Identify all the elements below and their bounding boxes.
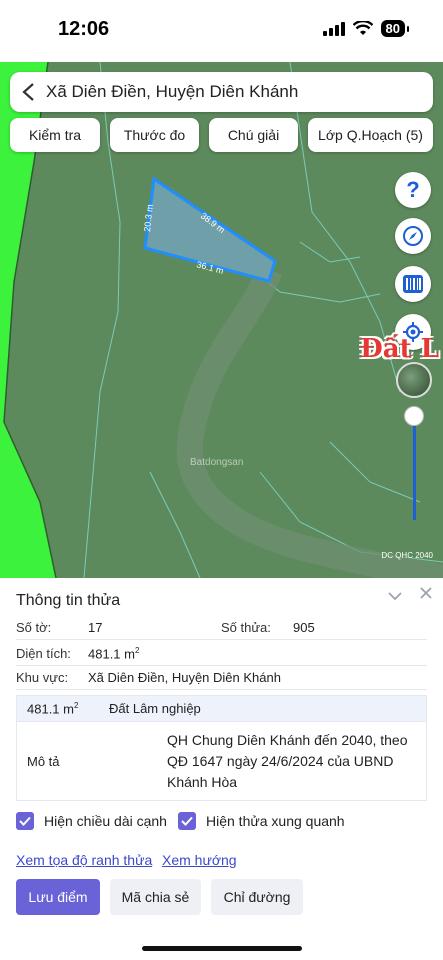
view-coordinates-link[interactable]: Xem tọa độ ranh thửa: [16, 852, 152, 868]
check-edge-length-label: Hiện chiều dài cạnh: [44, 813, 167, 829]
row-area: Diện tích: 481.1 m2: [16, 642, 427, 666]
row-sheet-parcel: Số tờ: 17 Số thửa: 905: [16, 616, 427, 640]
status-bar: 12:06 80: [0, 0, 443, 62]
status-time: 12:06: [58, 18, 110, 40]
parcel-info-panel: Thông tin thửa Số tờ: 17 Số thửa: 905 Di…: [0, 578, 443, 960]
search-bar[interactable]: Xã Diên Điền, Huyện Diên Khánh: [10, 72, 433, 112]
location-title: Xã Diên Điền, Huyện Diên Khánh: [46, 82, 299, 101]
save-point-button[interactable]: Lưu điểm: [16, 879, 100, 915]
map-corner-label: DC QHC 2040: [381, 551, 433, 560]
directions-button[interactable]: Chỉ đường: [211, 879, 303, 915]
region-value: Xã Diên Điền, Huyện Diên Khánh: [88, 670, 281, 685]
map-view[interactable]: 20.3 m 38.9 m 36.1 m Xã Diên Điền, Huyện…: [0, 62, 443, 578]
description-label: Mô tả: [27, 753, 60, 769]
sheet-value: 17: [88, 620, 103, 635]
compass-button[interactable]: [395, 218, 431, 254]
barcode-button[interactable]: [395, 266, 431, 302]
description-value: QH Chung Diên Khánh đến 2040, theo QĐ 16…: [167, 731, 408, 790]
help-icon: ?: [406, 177, 420, 202]
zoom-slider-handle[interactable]: [404, 406, 424, 426]
land-use-area: 481.1 m2: [27, 700, 79, 717]
parcel-label: Số thửa:: [221, 620, 271, 635]
chip-measure[interactable]: Thước đo: [110, 118, 199, 152]
battery-indicator: 80: [380, 20, 410, 37]
chip-legend[interactable]: Chú giải: [209, 118, 298, 152]
land-use-header: 481.1 m2 Đất Lâm nghiệp: [17, 696, 426, 722]
check-neighbors[interactable]: Hiện thửa xung quanh: [178, 812, 345, 830]
land-use-table: 481.1 m2 Đất Lâm nghiệp Mô tả QH Chung D…: [16, 695, 427, 801]
map-place-label: Đất L: [360, 334, 439, 364]
area-value: 481.1 m2: [88, 645, 140, 662]
back-icon[interactable]: [10, 72, 46, 112]
map-watermark: Batdongsan: [190, 457, 244, 468]
collapse-icon[interactable]: [388, 588, 402, 606]
chip-planning-layers[interactable]: Lớp Q.Hoạch (5): [308, 118, 433, 152]
row-region: Khu vực: Xã Diên Điền, Huyện Diên Khánh: [16, 666, 427, 690]
wifi-icon: [352, 21, 373, 35]
checkbox-checked-icon[interactable]: [178, 812, 196, 830]
help-button[interactable]: ?: [395, 172, 431, 208]
tool-chips: Kiểm tra Thước đo Chú giải Lớp Q.Hoạch (…: [10, 118, 433, 152]
land-use-type: Đất Lâm nghiệp: [109, 701, 201, 716]
panel-title: Thông tin thửa: [16, 592, 121, 609]
checkbox-checked-icon[interactable]: [16, 812, 34, 830]
status-icons: 80: [322, 20, 410, 37]
close-icon[interactable]: [420, 586, 432, 604]
view-direction-link[interactable]: Xem hướng: [162, 852, 237, 868]
area-label: Diện tích:: [16, 646, 71, 661]
satellite-layer-thumbnail[interactable]: [396, 362, 432, 398]
zoom-slider-track[interactable]: [413, 414, 416, 520]
share-code-button[interactable]: Mã chia sẻ: [110, 879, 201, 915]
chip-check[interactable]: Kiểm tra: [10, 118, 100, 152]
sheet-label: Số tờ:: [16, 620, 52, 635]
check-neighbors-label: Hiện thửa xung quanh: [206, 813, 345, 829]
barcode-icon: [403, 275, 423, 293]
signal-icon: [322, 21, 345, 36]
home-indicator: [142, 946, 302, 951]
region-label: Khu vực:: [16, 670, 69, 685]
check-edge-length[interactable]: Hiện chiều dài cạnh: [16, 812, 167, 830]
land-use-description: Mô tả QH Chung Diên Khánh đến 2040, theo…: [17, 722, 426, 800]
parcel-value: 905: [293, 620, 315, 635]
compass-icon: [403, 226, 423, 246]
